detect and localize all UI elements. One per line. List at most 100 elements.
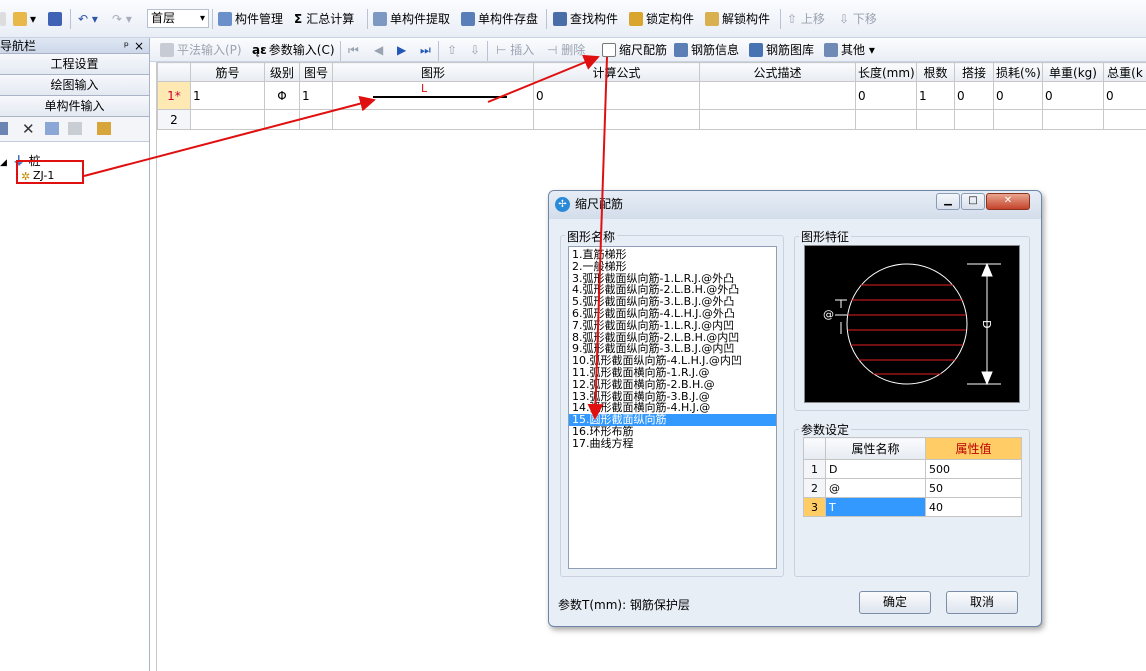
rebar-library-icon bbox=[749, 43, 763, 57]
cell-lap[interactable] bbox=[954, 109, 994, 130]
component-manage-button[interactable]: 构件管理 bbox=[218, 10, 283, 28]
clipboard-icon[interactable] bbox=[97, 122, 111, 135]
row-up-icon[interactable]: ⇧ bbox=[447, 41, 457, 59]
param-input-button[interactable]: ąε 参数输入(C) bbox=[252, 41, 335, 59]
single-extract-label: 单构件提取 bbox=[390, 12, 451, 26]
single-extract-button[interactable]: 单构件提取 bbox=[373, 10, 450, 28]
redo-icon[interactable]: ↷ ▾ bbox=[112, 10, 132, 28]
row-number[interactable]: 1* bbox=[157, 81, 191, 110]
list-item[interactable]: 17.曲线方程 bbox=[569, 437, 776, 450]
rebar-grid: 筋号 级别 图号 图形 计算公式 公式描述 长度(mm) 根数 搭接 损耗(%)… bbox=[157, 62, 1146, 130]
table-row[interactable]: 3 T 40 bbox=[803, 497, 1022, 517]
minimize-icon[interactable]: ▁ bbox=[936, 193, 960, 210]
cell-shape-no[interactable] bbox=[299, 109, 333, 130]
toolbar-separator bbox=[340, 41, 341, 61]
cell-count[interactable] bbox=[916, 109, 955, 130]
spacing-label: @ bbox=[823, 308, 834, 321]
first-record-icon[interactable]: ⏮ bbox=[348, 41, 359, 59]
cell-total-weight[interactable]: 0 bbox=[1103, 81, 1146, 110]
maximize-icon[interactable]: □ bbox=[961, 193, 985, 210]
delete-row-button[interactable]: ⊣ 删除 bbox=[547, 41, 585, 59]
cell-formula-desc[interactable] bbox=[699, 81, 856, 110]
insert-button[interactable]: ⊢ 插入 bbox=[496, 41, 534, 59]
nav-drawing-input[interactable]: 绘图输入 bbox=[0, 75, 149, 96]
cell-unit-weight[interactable] bbox=[1042, 109, 1104, 130]
param-header-corner bbox=[803, 437, 826, 460]
open-folder-icon[interactable]: ▾ bbox=[13, 10, 36, 28]
rebar-info-label: 钢筋信息 bbox=[691, 43, 740, 57]
list-item[interactable]: 7.弧形截面纵向筋-1.L.R.J.@内凹 bbox=[569, 319, 776, 332]
cell-loss[interactable] bbox=[993, 109, 1043, 130]
close-icon[interactable]: × bbox=[134, 38, 144, 54]
scaled-rebar-button[interactable]: 缩尺配筋 bbox=[602, 41, 667, 59]
param-name: D bbox=[825, 459, 926, 479]
cell-lap[interactable]: 0 bbox=[954, 81, 994, 110]
cell-loss[interactable]: 0 bbox=[993, 81, 1043, 110]
cancel-button[interactable]: 取消 bbox=[946, 591, 1018, 614]
cell-formula[interactable] bbox=[533, 109, 700, 130]
next-record-icon[interactable]: ▶ bbox=[397, 41, 406, 59]
paste-icon[interactable] bbox=[68, 122, 82, 135]
list-item[interactable]: 6.弧形截面纵向筋-4.L.H.J.@外凸 bbox=[569, 308, 776, 320]
move-up-button[interactable]: ⇧ 上移 bbox=[787, 10, 825, 28]
cell-shape[interactable]: L bbox=[332, 81, 534, 110]
single-save-button[interactable]: 单构件存盘 bbox=[461, 10, 538, 28]
expand-icon[interactable]: ◢ bbox=[0, 158, 7, 168]
cell-count[interactable]: 1 bbox=[916, 81, 955, 110]
nav-single-component-input[interactable]: 单构件输入 bbox=[0, 96, 149, 117]
cell-shape[interactable] bbox=[332, 109, 534, 130]
plan-input-label: 平法输入(P) bbox=[177, 43, 242, 57]
nav-title-bar: 块导航栏 ᵖ × bbox=[0, 38, 149, 54]
pin-icon[interactable]: ᵖ bbox=[124, 38, 129, 54]
cell-bar-no[interactable] bbox=[190, 109, 265, 130]
unlock-component-button[interactable]: 解锁构件 bbox=[705, 10, 770, 28]
table-row[interactable]: 2 @ 50 bbox=[803, 478, 1022, 498]
cell-total-weight[interactable] bbox=[1103, 109, 1146, 130]
undo-icon[interactable]: ↶ ▾ bbox=[78, 10, 98, 28]
param-value[interactable]: 50 bbox=[925, 478, 1022, 498]
param-value[interactable]: 500 bbox=[925, 459, 1022, 479]
rebar-info-icon bbox=[674, 43, 688, 57]
list-item[interactable]: 12.弧形截面横向筋-2.B.H.@ bbox=[569, 378, 776, 391]
shape-feature-group-label: 图形特征 bbox=[799, 228, 852, 245]
cell-length[interactable] bbox=[855, 109, 917, 130]
floor-select[interactable]: 首层 bbox=[147, 9, 209, 28]
plan-input-button[interactable]: 平法输入(P) bbox=[160, 41, 242, 59]
cell-shape-no[interactable]: 1 bbox=[299, 81, 333, 110]
properties-icon[interactable] bbox=[0, 122, 8, 135]
param-value[interactable]: 40 bbox=[925, 497, 1022, 517]
list-item[interactable]: 16.环形布筋 bbox=[569, 426, 776, 438]
move-down-button[interactable]: ⇩ 下移 bbox=[839, 10, 877, 28]
nav-project-settings[interactable]: 工程设置 bbox=[0, 54, 149, 75]
cell-grade[interactable]: Φ bbox=[264, 81, 300, 110]
cell-grade[interactable] bbox=[264, 109, 300, 130]
table-row[interactable]: 1 D 500 bbox=[803, 459, 1022, 479]
delete-icon[interactable]: ✕ bbox=[22, 120, 35, 138]
prev-record-icon[interactable]: ◀ bbox=[374, 41, 383, 59]
cell-unit-weight[interactable]: 0 bbox=[1042, 81, 1104, 110]
ok-button[interactable]: 确定 bbox=[859, 591, 931, 614]
close-icon[interactable]: ✕ bbox=[986, 193, 1030, 210]
list-item[interactable]: 2.一般梯形 bbox=[569, 260, 776, 273]
copy-icon[interactable] bbox=[45, 122, 59, 135]
other-menu-button[interactable]: 其他 ▾ bbox=[824, 41, 875, 59]
table-row[interactable]: 1* 1 Φ 1 L 0 0 1 0 0 0 0 bbox=[157, 81, 1146, 110]
tree-node-zj1[interactable]: ✲ ZJ-1 bbox=[19, 167, 82, 186]
cell-formula-desc[interactable] bbox=[699, 109, 856, 130]
cell-length[interactable]: 0 bbox=[855, 81, 917, 110]
rebar-info-button[interactable]: 钢筋信息 bbox=[674, 41, 739, 59]
list-item[interactable]: 11.弧形截面横向筋-1.R.J.@ bbox=[569, 367, 776, 379]
save-icon[interactable] bbox=[48, 10, 65, 28]
find-component-button[interactable]: 查找构件 bbox=[553, 10, 618, 28]
cell-bar-no[interactable]: 1 bbox=[190, 81, 265, 110]
lock-component-button[interactable]: 锁定构件 bbox=[629, 10, 694, 28]
summary-calc-button[interactable]: Σ 汇总计算 bbox=[294, 10, 354, 28]
cell-formula[interactable]: 0 bbox=[533, 81, 700, 110]
shape-list[interactable]: 1.直筋梯形 2.一般梯形 3.弧形截面纵向筋-1.L.R.J.@外凸 4.弧形截面纵… bbox=[568, 246, 777, 569]
row-number[interactable]: 2 bbox=[157, 109, 191, 130]
table-row[interactable]: 2 bbox=[157, 109, 1146, 130]
rebar-library-button[interactable]: 钢筋图库 bbox=[749, 41, 814, 59]
new-file-icon[interactable] bbox=[0, 10, 9, 28]
last-record-icon[interactable]: ⏭ bbox=[420, 41, 431, 59]
row-down-icon[interactable]: ⇩ bbox=[470, 41, 480, 59]
